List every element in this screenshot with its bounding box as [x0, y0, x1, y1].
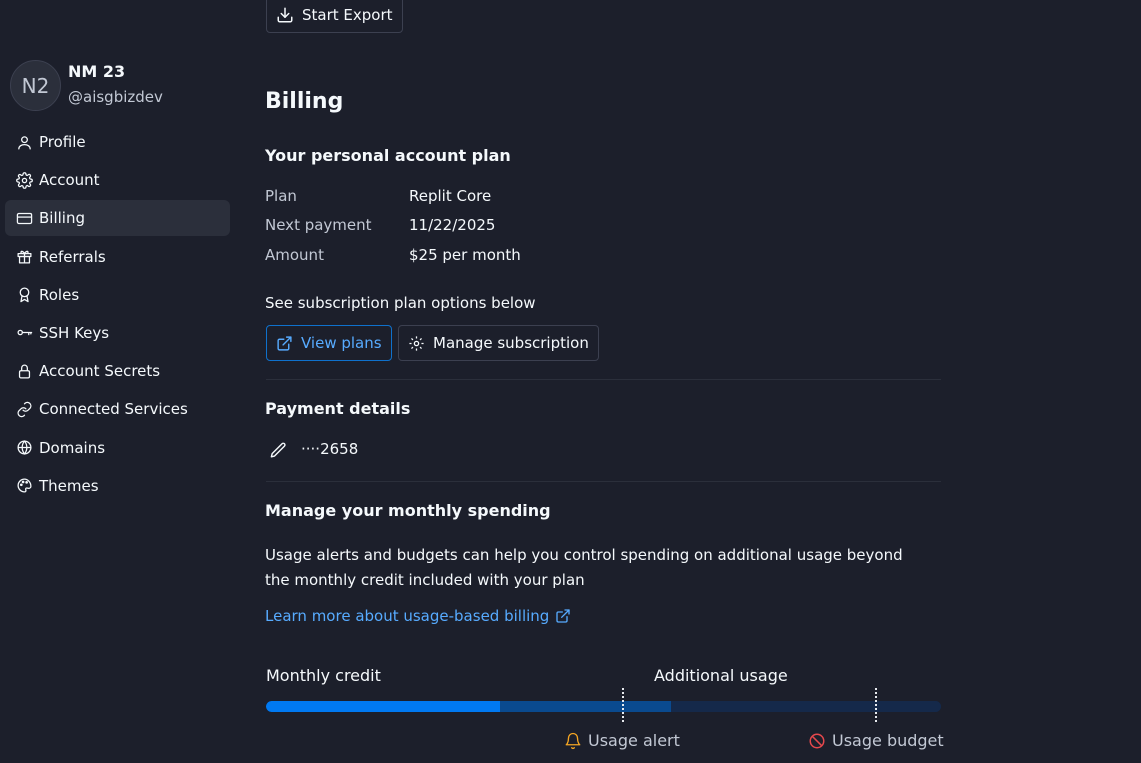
spending-description: Usage alerts and budgets can help you co… — [265, 546, 903, 589]
sidebar-item-domains[interactable]: Domains — [5, 430, 230, 466]
sidebar-item-label: Account Secrets — [39, 362, 161, 381]
usage-budget-legend[interactable]: Usage budget — [808, 731, 944, 750]
start-export-label: Start Export — [302, 5, 393, 24]
payment-heading: Payment details — [265, 399, 411, 418]
lock-icon — [15, 362, 33, 380]
sidebar-item-label: SSH Keys — [39, 323, 110, 342]
sidebar-item-roles[interactable]: Roles — [5, 277, 230, 313]
additional-usage-track — [671, 701, 941, 712]
sidebar-item-label: Themes — [39, 476, 99, 495]
view-plans-label: View plans — [301, 334, 382, 352]
next-payment-label: Next payment — [265, 216, 372, 234]
globe-icon — [15, 439, 33, 457]
plan-label: Plan — [265, 187, 297, 205]
sidebar-item-account[interactable]: Account — [5, 162, 230, 198]
usage-billing-link-label: Learn more about usage-based billing — [265, 607, 550, 625]
sidebar-item-connected-services[interactable]: Connected Services — [5, 391, 230, 427]
monthly-credit-label: Monthly credit — [266, 666, 381, 685]
badge-icon — [15, 286, 33, 304]
gift-icon — [15, 248, 33, 266]
sidebar-item-ssh-keys[interactable]: SSH Keys — [5, 315, 230, 351]
usage-alert-label: Usage alert — [588, 731, 680, 750]
manage-subscription-label: Manage subscription — [433, 334, 589, 352]
usage-alert-legend[interactable]: Usage alert — [564, 731, 680, 750]
manage-subscription-button[interactable]: Manage subscription — [398, 325, 599, 361]
usage-budget-marker[interactable] — [875, 688, 877, 722]
external-link-icon — [555, 608, 571, 624]
credit-card-icon — [15, 209, 33, 227]
plan-options-text: See subscription plan options below — [265, 294, 536, 312]
credit-remaining — [500, 701, 671, 712]
usage-budget-label: Usage budget — [832, 731, 944, 750]
gear-icon — [15, 171, 33, 189]
sidebar-item-label: Account — [39, 171, 100, 190]
sidebar-nav: Profile Account Billing Referrals Roles … — [5, 124, 230, 506]
link-icon — [15, 400, 33, 418]
user-name: NM 23 — [68, 62, 126, 81]
block-icon — [808, 732, 826, 750]
user-handle: @aisgbizdev — [68, 88, 163, 106]
sidebar-item-label: Roles — [39, 285, 80, 304]
gear-icon — [408, 335, 425, 352]
avatar-initials: N2 — [21, 73, 50, 98]
download-icon — [276, 6, 294, 24]
sidebar-item-label: Profile — [39, 133, 86, 151]
edit-payment-button[interactable] — [269, 441, 288, 460]
divider — [266, 379, 941, 380]
divider — [266, 481, 941, 482]
sidebar-item-themes[interactable]: Themes — [5, 468, 230, 504]
amount-value: $25 per month — [409, 246, 521, 264]
start-export-button[interactable]: Start Export — [266, 0, 403, 33]
sidebar-item-referrals[interactable]: Referrals — [5, 239, 230, 275]
sidebar-item-label: Domains — [39, 438, 106, 457]
bell-icon — [564, 732, 582, 750]
plan-value: Replit Core — [409, 187, 492, 205]
spending-heading: Manage your monthly spending — [265, 501, 551, 520]
credit-used-fill — [266, 701, 500, 712]
sidebar-item-label: Billing — [39, 209, 85, 228]
view-plans-button[interactable]: View plans — [266, 325, 392, 361]
sidebar-item-label: Referrals — [39, 247, 106, 266]
usage-billing-link[interactable]: Learn more about usage-based billing — [265, 607, 571, 625]
additional-usage-label: Additional usage — [654, 666, 788, 685]
external-link-icon — [276, 335, 293, 352]
card-number: ····2658 — [301, 440, 359, 458]
next-payment-value: 11/22/2025 — [409, 216, 496, 234]
sidebar-item-account-secrets[interactable]: Account Secrets — [5, 353, 230, 389]
sidebar-item-label: Connected Services — [39, 400, 188, 419]
usage-bar — [266, 701, 941, 712]
page-title: Billing — [265, 89, 344, 114]
avatar: N2 — [10, 60, 61, 111]
palette-icon — [15, 477, 33, 495]
plan-heading: Your personal account plan — [265, 146, 511, 165]
sidebar-item-profile[interactable]: Profile — [5, 124, 230, 160]
pencil-icon — [269, 441, 288, 460]
amount-label: Amount — [265, 246, 324, 264]
sidebar-item-billing[interactable]: Billing — [5, 200, 230, 237]
usage-alert-marker[interactable] — [622, 688, 624, 722]
key-icon — [15, 324, 33, 342]
person-icon — [15, 133, 33, 151]
